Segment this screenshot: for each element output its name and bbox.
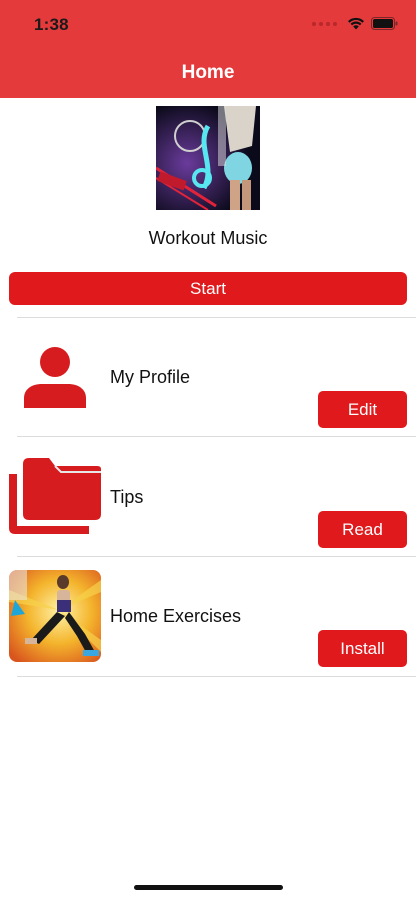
status-time: 1:38	[34, 15, 69, 34]
row-label: Home Exercises	[110, 606, 242, 626]
nav-header: 1:38 Home	[0, 0, 416, 98]
divider	[17, 317, 416, 318]
hero-title: Workout Music	[148, 228, 268, 248]
divider	[17, 556, 416, 557]
divider	[17, 436, 416, 437]
battery-icon	[371, 17, 398, 30]
workout-music-artwork	[156, 106, 260, 210]
divider	[17, 676, 416, 677]
folder-icon	[9, 458, 101, 534]
read-button[interactable]: Read	[318, 511, 407, 548]
row-label: My Profile	[110, 367, 191, 387]
home-exercises-app-icon	[9, 570, 101, 662]
start-button[interactable]: Start	[9, 272, 407, 305]
nav-title: Home	[181, 62, 235, 83]
signal-dots-icon	[312, 21, 337, 26]
home-indicator[interactable]	[134, 885, 283, 890]
edit-button[interactable]: Edit	[318, 391, 407, 428]
status-icons	[312, 17, 398, 30]
person-icon	[24, 347, 86, 408]
row-label: Tips	[110, 487, 144, 507]
wifi-icon	[348, 17, 364, 30]
install-button[interactable]: Install	[318, 630, 407, 667]
